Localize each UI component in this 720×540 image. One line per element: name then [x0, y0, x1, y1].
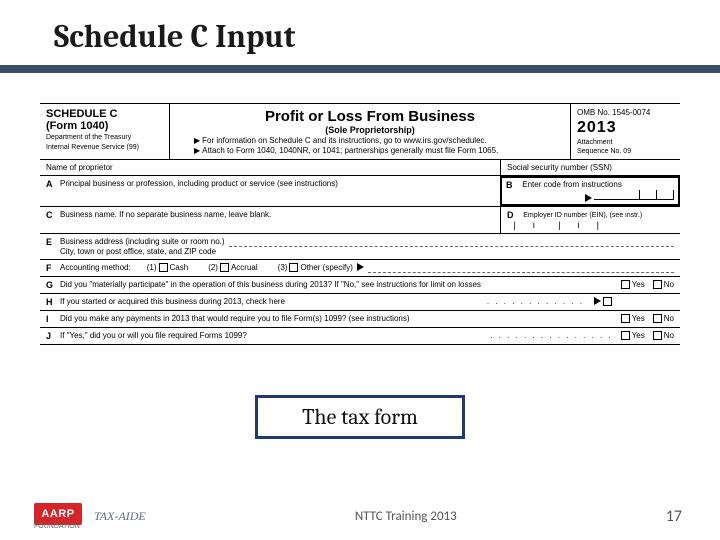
omb-number: OMB No. 1545-0074	[577, 108, 674, 117]
line-e: E Business address (including suite or r…	[40, 234, 680, 260]
info1-text: For information on Schedule C and its in…	[202, 136, 487, 145]
line-f: F Accounting method: (1) Cash (2) Accrua…	[40, 260, 680, 277]
dept-1: Department of the Treasury	[46, 134, 163, 142]
no-label: No	[664, 280, 674, 290]
other-specify-line	[368, 263, 674, 273]
line-f-text: Accounting method:	[60, 263, 131, 273]
line-g: G Did you "materially participate" in th…	[40, 277, 680, 294]
title-accent-bar	[0, 65, 720, 73]
yes-label: Yes	[632, 331, 645, 341]
line-d-box: D Employer ID number (EIN), (see instr.)…	[500, 207, 680, 233]
form-image: SCHEDULE C (Form 1040) Department of the…	[0, 103, 720, 345]
letter-a: A	[46, 179, 60, 203]
line-e-text1: Business address (including suite or roo…	[60, 237, 225, 247]
taxaide-label: TAX-AIDE	[94, 509, 146, 524]
letter-c: C	[46, 210, 60, 230]
checkbox-accrual	[220, 263, 229, 272]
checkbox-yes	[621, 280, 630, 289]
line-j: J If "Yes," did you or will you file req…	[40, 328, 680, 345]
letter-b: B	[506, 180, 520, 190]
checkbox-other	[289, 263, 298, 272]
aarp-logo: AARP	[34, 503, 82, 525]
footer-center-text: NTTC Training 2013	[146, 509, 666, 524]
form-header-row: SCHEDULE C (Form 1040) Department of the…	[40, 104, 680, 160]
header-center: Profit or Loss From Business (Sole Propr…	[170, 104, 570, 159]
arrow-icon	[585, 194, 592, 202]
opt3: (3)	[278, 263, 288, 273]
tax-year: 2013	[577, 119, 674, 137]
opt2: (2)	[208, 263, 218, 273]
ssn-label: Social security number (SSN)	[500, 160, 680, 175]
line-b-text: Enter code from instructions	[522, 180, 622, 189]
info-line-1: ▶For information on Schedule C and its i…	[176, 136, 564, 145]
line-c: C Business name. If no separate business…	[40, 207, 680, 234]
attachment-label: Attachment	[577, 139, 674, 146]
letter-g: G	[46, 280, 60, 290]
letter-i: I	[46, 314, 60, 324]
line-a: A Principal business or profession, incl…	[40, 176, 680, 207]
line-g-text: Did you "materially participate" in the …	[60, 280, 619, 290]
aarp-block: AARP FOUNDATION	[34, 503, 88, 530]
yes-label: Yes	[632, 314, 645, 324]
arrow-icon	[357, 263, 364, 271]
checkbox-yes	[621, 331, 630, 340]
line-b-box: B Enter code from instructions	[500, 176, 680, 206]
line-j-text: If "Yes," did you or will you file requi…	[60, 331, 490, 341]
letter-d: D	[507, 210, 521, 220]
info-line-2: ▶Attach to Form 1040, 1040NR, or 1041; p…	[176, 146, 564, 155]
accrual-label: Accrual	[231, 263, 258, 273]
form-title: Profit or Loss From Business	[176, 108, 564, 125]
no-label: No	[664, 331, 674, 341]
info2-text: Attach to Form 1040, 1040NR, or 1041; pa…	[202, 146, 498, 155]
sequence-number: Sequence No. 09	[577, 148, 674, 155]
schedule-label: SCHEDULE C	[46, 108, 163, 120]
line-i: I Did you make any payments in 2013 that…	[40, 311, 680, 328]
foundation-label: FOUNDATION	[34, 523, 88, 530]
opt1: (1)	[147, 263, 157, 273]
line-h-text: If you started or acquired this business…	[60, 297, 487, 307]
letter-e: E	[46, 237, 60, 247]
letter-f: F	[46, 263, 60, 273]
line-d-text: Employer ID number (EIN), (see instr.)	[523, 212, 642, 219]
line-a-text: Principal business or profession, includ…	[60, 179, 338, 203]
form-subtitle: (Sole Proprietorship)	[176, 125, 564, 135]
form-number: (Form 1040)	[46, 120, 163, 132]
header-right: OMB No. 1545-0074 2013 Attachment Sequen…	[570, 104, 680, 159]
letter-h: H	[46, 297, 60, 307]
footer: AARP FOUNDATION TAX-AIDE NTTC Training 2…	[0, 503, 720, 530]
line-e-text2: City, town or post office, state, and ZI…	[60, 247, 216, 256]
proprietor-row: Name of proprietor Social security numbe…	[40, 160, 680, 176]
checkbox-cash	[159, 263, 168, 272]
dept-2: Internal Revenue Service (99)	[46, 144, 163, 152]
arrow-icon	[594, 297, 601, 305]
line-h: H If you started or acquired this busine…	[40, 294, 680, 311]
callout-box: The tax form	[255, 395, 465, 439]
cash-label: Cash	[170, 263, 189, 273]
line-c-text: Business name. If no separate business n…	[60, 210, 271, 230]
line-i-text: Did you make any payments in 2013 that w…	[60, 314, 619, 324]
yes-label: Yes	[632, 280, 645, 290]
address-line	[229, 237, 674, 247]
ein-entry: | i | i |	[507, 220, 674, 230]
page-number: 17	[666, 507, 682, 526]
other-label: Other (specify)	[300, 263, 352, 273]
letter-j: J	[46, 331, 60, 341]
checkbox-no	[653, 331, 662, 340]
proprietor-name-label: Name of proprietor	[40, 160, 500, 175]
slide-title: Schedule C Input	[0, 0, 720, 65]
checkbox-no	[653, 314, 662, 323]
checkbox-no	[653, 280, 662, 289]
no-label: No	[664, 314, 674, 324]
checkbox-h	[603, 297, 612, 306]
checkbox-yes	[621, 314, 630, 323]
header-left: SCHEDULE C (Form 1040) Department of the…	[40, 104, 170, 159]
